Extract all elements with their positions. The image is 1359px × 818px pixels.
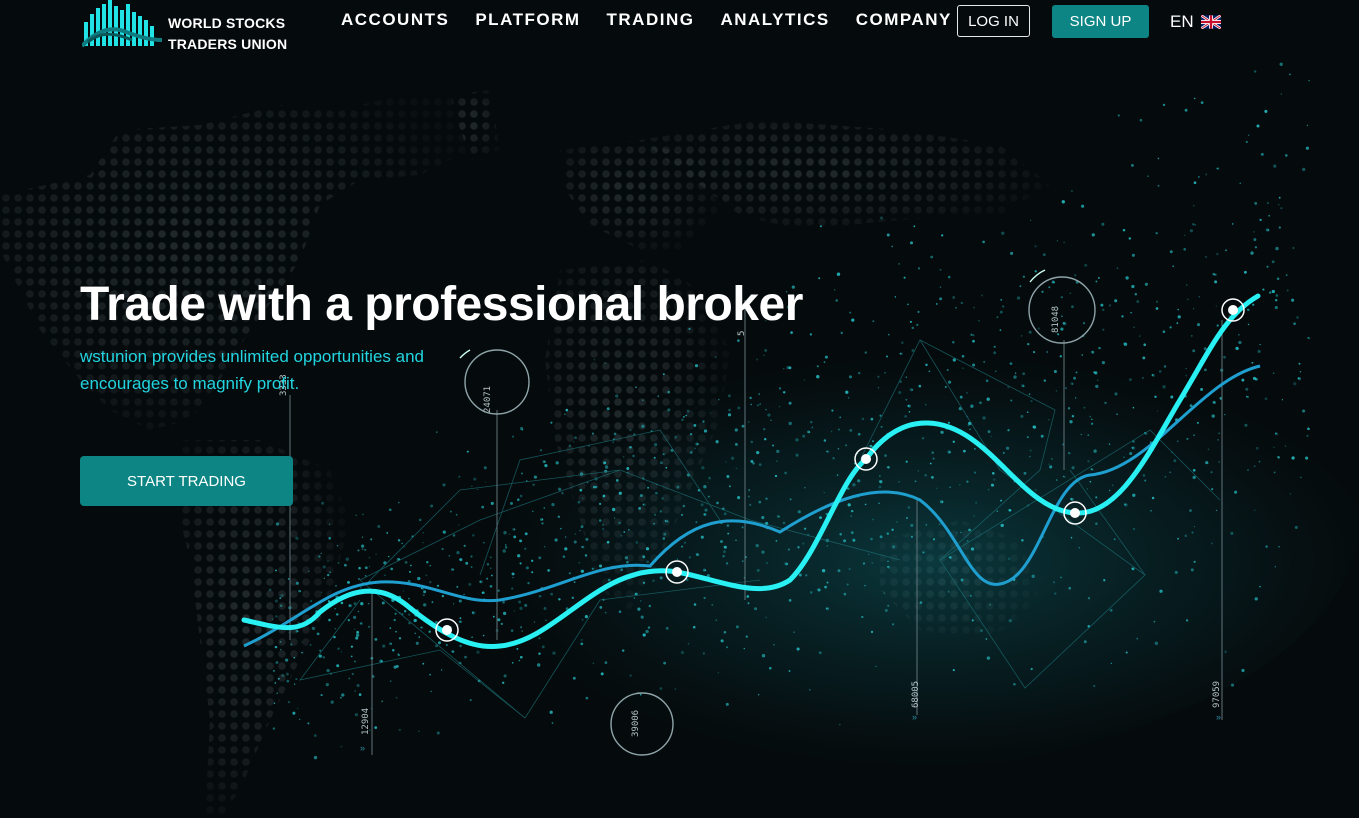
brand-name-line1: WORLD STOCKS bbox=[168, 15, 286, 31]
language-selector[interactable]: EN bbox=[1170, 12, 1221, 32]
brand-name-line2: TRADERS UNION bbox=[168, 36, 288, 52]
svg-text:»: » bbox=[360, 743, 365, 753]
hero-subtitle: wstunion provides unlimited opportunitie… bbox=[80, 347, 424, 393]
uk-flag-icon bbox=[1200, 15, 1221, 29]
signup-button[interactable]: SIGN UP bbox=[1052, 5, 1149, 38]
main-nav: ACCOUNTS PLATFORM TRADING ANALYTICS COMP… bbox=[341, 10, 952, 30]
hero-title: Trade with a professional broker bbox=[80, 278, 803, 331]
nav-accounts[interactable]: ACCOUNTS bbox=[341, 10, 449, 30]
svg-text:»: » bbox=[1216, 712, 1221, 722]
axis-label: 12904 bbox=[361, 708, 371, 735]
nav-platform[interactable]: PLATFORM bbox=[475, 10, 580, 30]
bar-chart-logo-icon bbox=[82, 0, 163, 48]
hero-background-graphic: 12904 39006 68005 97059 24071 3333 81048… bbox=[0, 0, 1359, 818]
svg-text:»: » bbox=[912, 712, 917, 722]
axis-label: 68005 bbox=[911, 681, 921, 708]
nav-trading[interactable]: TRADING bbox=[607, 10, 695, 30]
axis-label: 81048 bbox=[1051, 306, 1061, 333]
brand-logo[interactable]: WORLD STOCKS TRADERS UNION bbox=[82, 0, 292, 52]
nav-analytics[interactable]: ANALYTICS bbox=[720, 10, 829, 30]
axis-label: 97059 bbox=[1212, 681, 1222, 708]
brand-name: WORLD STOCKS TRADERS UNION bbox=[168, 13, 287, 55]
start-trading-button[interactable]: START TRADING bbox=[80, 456, 293, 506]
login-button[interactable]: LOG IN bbox=[957, 5, 1030, 37]
axis-label: 39006 bbox=[631, 710, 641, 737]
nav-company[interactable]: COMPANY bbox=[856, 10, 952, 30]
language-code: EN bbox=[1170, 12, 1194, 31]
